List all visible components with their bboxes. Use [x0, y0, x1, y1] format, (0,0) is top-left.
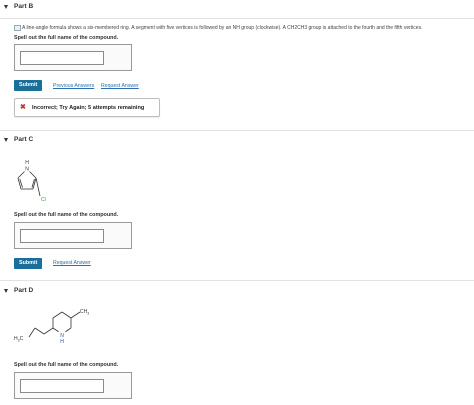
request-answer-link[interactable]: Request Answer: [101, 83, 139, 89]
piperidine-structure: N H CH3 H3C: [14, 309, 89, 345]
part-d-answer-input[interactable]: [20, 379, 104, 393]
divider: [0, 18, 474, 19]
structure-image-alt-text: A line-angle formula shows a six-membere…: [22, 25, 423, 31]
hydrogen-label: H: [60, 339, 64, 345]
chlorine-label: Cl: [41, 197, 46, 203]
collapse-caret-icon[interactable]: [4, 5, 8, 9]
request-answer-link[interactable]: Request Answer: [53, 260, 91, 266]
part-b-answer-input[interactable]: [20, 51, 104, 65]
part-c-title: Part C: [14, 136, 34, 143]
part-c-prompt: Spell out the full name of the compound.: [14, 212, 119, 218]
collapse-caret-icon[interactable]: [4, 138, 8, 142]
feedback-message: Incorrect; Try Again; 5 attempts remaini…: [32, 105, 145, 111]
divider: [0, 130, 474, 131]
answer-container: [14, 372, 132, 399]
previous-answers-link[interactable]: Previous Answers: [53, 83, 94, 89]
part-c-header[interactable]: Part C: [0, 135, 474, 147]
collapse-caret-icon[interactable]: [4, 289, 8, 293]
part-d-prompt: Spell out the full name of the compound.: [14, 362, 119, 368]
nitrogen-label: N: [25, 167, 29, 173]
hydrogen-label: H: [25, 160, 29, 166]
answer-container: [14, 222, 132, 249]
broken-image-icon: [14, 25, 21, 31]
part-b-submit-button[interactable]: Submit: [14, 80, 43, 91]
part-d-title: Part D: [14, 287, 34, 294]
part-b-prompt: Spell out the full name of the compound.: [14, 35, 119, 41]
part-d-header[interactable]: Part D: [0, 286, 474, 298]
methyl-label: CH3: [80, 309, 89, 316]
pyrrole-structure: N H Cl: [17, 160, 46, 203]
part-c-submit-button[interactable]: Submit: [14, 258, 43, 269]
x-mark-icon: ✖: [20, 104, 26, 111]
part-b-header[interactable]: Part B: [0, 2, 474, 14]
answer-container: [14, 44, 132, 71]
part-b-title: Part B: [14, 3, 34, 10]
part-c-answer-input[interactable]: [20, 229, 104, 243]
feedback-box: ✖ Incorrect; Try Again; 5 attempts remai…: [14, 98, 160, 117]
ethyl-terminal-label: H3C: [14, 336, 24, 343]
divider: [0, 280, 474, 281]
